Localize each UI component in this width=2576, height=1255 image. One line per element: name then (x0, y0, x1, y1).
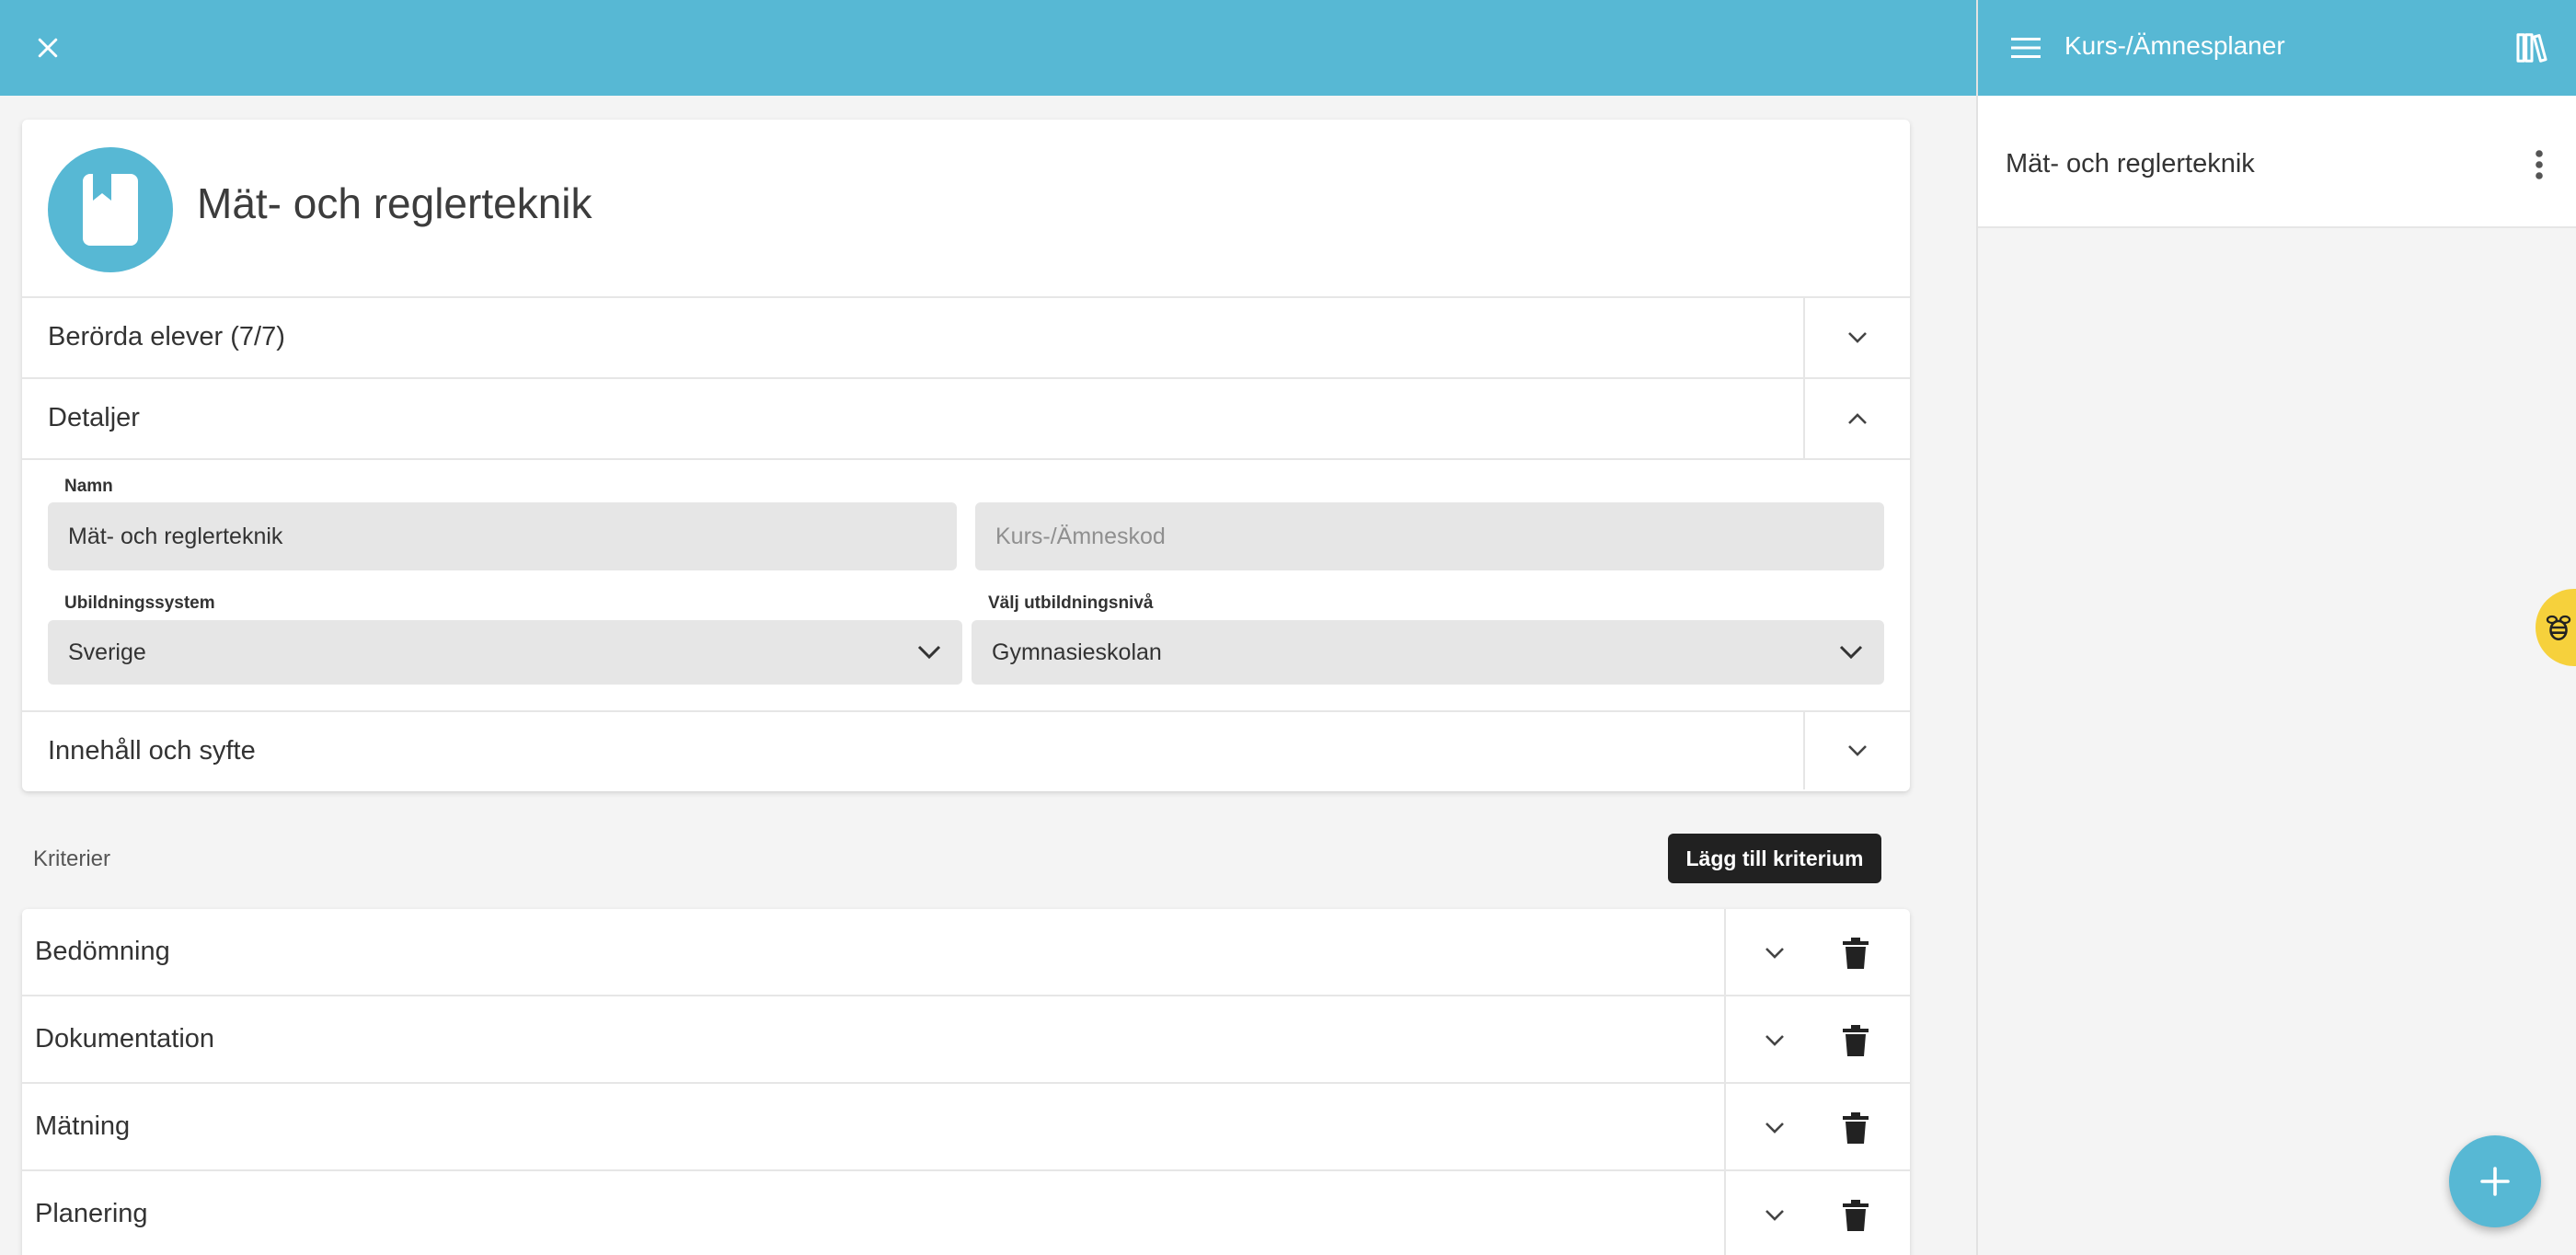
expand-criterion-button[interactable] (1754, 932, 1796, 974)
add-course-plan-fab[interactable] (2449, 1135, 2541, 1227)
bookmark-book-icon (83, 174, 138, 246)
criterion-name: Mätning (35, 1111, 131, 1141)
chevron-down-icon (1839, 645, 1863, 660)
criterion-name: Bedömning (35, 937, 170, 966)
expand-criterion-button[interactable] (1754, 1194, 1796, 1237)
course-code-input[interactable]: Kurs-/Ämneskod (975, 502, 1884, 570)
add-criterion-button[interactable]: Lägg till kriterium (1668, 834, 1881, 883)
expand-toggle[interactable] (1803, 712, 1910, 789)
education-system-select[interactable]: Sverige (48, 620, 962, 685)
delete-criterion-button[interactable] (1834, 1107, 1877, 1149)
education-level-value: Gymnasieskolan (992, 639, 1162, 665)
plus-icon (2480, 1167, 2510, 1196)
more-options-button[interactable] (2519, 140, 2559, 190)
chevron-down-icon (1848, 745, 1867, 756)
criterion-name: Dokumentation (35, 1024, 215, 1054)
accordion-label: Innehåll och syfte (48, 736, 256, 766)
education-level-label: Välj utbildningsnivå (988, 593, 1154, 613)
course-plan-item-label: Mät- och reglerteknik (2006, 149, 2255, 178)
criterion-actions (1724, 909, 1910, 995)
accordion-details[interactable]: Detaljer (22, 379, 1910, 460)
course-avatar (48, 147, 173, 272)
bee-icon (2546, 615, 2571, 641)
criterion-actions (1724, 996, 1910, 1082)
library-button[interactable] (2508, 24, 2556, 72)
education-level-select[interactable]: Gymnasieskolan (972, 620, 1884, 685)
name-label: Namn (64, 477, 113, 496)
delete-criterion-button[interactable] (1834, 1194, 1877, 1237)
course-card: Mät- och reglerteknik Berörda elever (7/… (22, 120, 1910, 791)
menu-button[interactable] (2004, 26, 2048, 70)
details-panel: Namn Mät- och reglerteknik Kurs-/Ämnesko… (22, 460, 1910, 712)
education-system-value: Sverige (68, 639, 146, 665)
chevron-down-icon (1765, 1035, 1784, 1046)
chevron-down-icon (1765, 1210, 1784, 1221)
delete-criterion-button[interactable] (1834, 1019, 1877, 1062)
expand-toggle[interactable] (1803, 298, 1910, 377)
delete-criterion-button[interactable] (1834, 932, 1877, 974)
trash-icon (1843, 1025, 1869, 1056)
chevron-down-icon (1848, 332, 1867, 343)
top-bar (0, 0, 1976, 96)
close-button[interactable] (28, 28, 68, 68)
name-input[interactable]: Mät- och reglerteknik (48, 502, 957, 570)
panel-header: Kurs-/Ämnesplaner (1978, 0, 2576, 96)
chevron-up-icon (1848, 413, 1867, 424)
trash-icon (1843, 1112, 1869, 1144)
course-title: Mät- och reglerteknik (197, 179, 592, 227)
chevron-down-icon (1765, 948, 1784, 959)
course-plans-panel: Kurs-/Ämnesplaner Mät- och reglerteknik (1976, 0, 2576, 1255)
close-icon (38, 38, 58, 58)
criteria-heading: Kriterier (33, 846, 111, 871)
accordion-label: Detaljer (48, 403, 140, 432)
criterion-row[interactable]: Dokumentation (22, 996, 1910, 1084)
trash-icon (1843, 938, 1869, 969)
accordion-affected-students[interactable]: Berörda elever (7/7) (22, 298, 1910, 379)
library-icon (2516, 33, 2547, 63)
expand-criterion-button[interactable] (1754, 1019, 1796, 1062)
card-header: Mät- och reglerteknik (22, 120, 1910, 298)
collapse-toggle[interactable] (1803, 379, 1910, 458)
more-vert-icon (2536, 150, 2543, 179)
course-plan-item[interactable]: Mät- och reglerteknik (1978, 96, 2576, 228)
criterion-actions (1724, 1084, 1910, 1169)
criterion-actions (1724, 1171, 1910, 1255)
accordion-label: Berörda elever (7/7) (48, 322, 285, 351)
criteria-list: Bedömning Dokumentation Mätning Planerin… (22, 909, 1910, 1255)
chevron-down-icon (1765, 1123, 1784, 1134)
chevron-down-icon (917, 645, 941, 660)
education-system-label: Ubildningssystem (64, 593, 215, 613)
criterion-name: Planering (35, 1199, 148, 1228)
expand-criterion-button[interactable] (1754, 1107, 1796, 1149)
criterion-row[interactable]: Mätning (22, 1084, 1910, 1171)
trash-icon (1843, 1200, 1869, 1231)
criterion-row[interactable]: Bedömning (22, 909, 1910, 996)
criterion-row[interactable]: Planering (22, 1171, 1910, 1255)
menu-icon (2011, 38, 2041, 58)
panel-title: Kurs-/Ämnesplaner (2064, 31, 2285, 60)
accordion-content-purpose[interactable]: Innehåll och syfte (22, 712, 1910, 789)
